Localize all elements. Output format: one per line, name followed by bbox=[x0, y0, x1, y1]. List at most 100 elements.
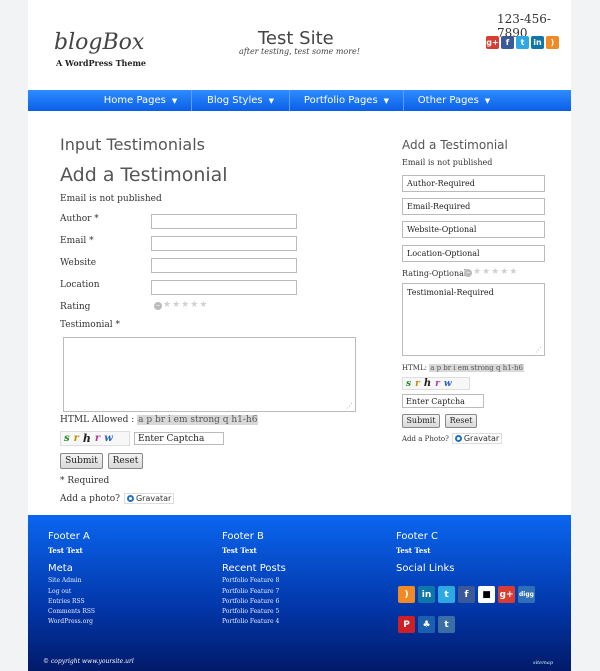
recent-posts-title: Recent Posts bbox=[222, 563, 286, 574]
footer-b-title: Footer B bbox=[222, 531, 264, 542]
star-icon[interactable]: ★ bbox=[190, 301, 198, 310]
gravatar-label: Gravatar bbox=[463, 434, 500, 443]
sidebar-submit-button[interactable]: Submit bbox=[402, 414, 440, 428]
rating-stars[interactable]: − ★ ★ ★ ★ ★ bbox=[154, 301, 207, 310]
sidebar-gravatar-link[interactable]: Gravatar bbox=[451, 433, 503, 444]
recent-post-link[interactable]: Portfolio Feature 6 bbox=[222, 598, 279, 605]
star-icon[interactable]: ★ bbox=[500, 268, 508, 277]
location-input[interactable] bbox=[151, 280, 297, 295]
sidebar-html-label: HTML: bbox=[402, 364, 427, 372]
captcha-char: r bbox=[435, 378, 440, 389]
nav-item-blog-styles[interactable]: Blog Styles ▼ bbox=[192, 90, 290, 111]
twitter-icon[interactable]: t bbox=[438, 586, 455, 603]
testimonial-textarea[interactable]: ⋰ bbox=[63, 337, 356, 412]
sidebar-rating-stars[interactable]: − ★ ★ ★ ★ ★ bbox=[464, 268, 517, 277]
site-logo[interactable]: blogBox bbox=[54, 30, 144, 55]
recent-post-link[interactable]: Portfolio Feature 8 bbox=[222, 577, 279, 584]
author-input[interactable] bbox=[151, 214, 297, 229]
website-input[interactable] bbox=[151, 258, 297, 273]
site-title[interactable]: Test Site bbox=[258, 28, 334, 49]
twitter-icon[interactable]: t bbox=[516, 36, 529, 49]
gravatar-label: Gravatar bbox=[135, 494, 172, 503]
sidebar-location-input[interactable]: Location-Optional bbox=[402, 245, 545, 262]
rss-icon[interactable]: ) bbox=[546, 36, 559, 49]
reset-button[interactable]: Reset bbox=[108, 453, 143, 469]
recent-post-link[interactable]: Portfolio Feature 5 bbox=[222, 608, 279, 615]
nav-label: Home Pages bbox=[103, 95, 166, 106]
nav-item-other-pages[interactable]: Other Pages ▼ bbox=[404, 90, 504, 111]
meta-link[interactable]: Comments RSS bbox=[48, 608, 95, 615]
sidebar-reset-button[interactable]: Reset bbox=[445, 414, 477, 428]
submit-button[interactable]: Submit bbox=[60, 453, 103, 469]
sidebar-captcha-image: s r h r w bbox=[402, 377, 470, 390]
resize-grip-icon[interactable]: ⋰ bbox=[346, 402, 353, 410]
tumblr-icon[interactable]: t bbox=[438, 616, 455, 633]
html-allowed: HTML Allowed : a p br i em strong q h1-h… bbox=[60, 415, 259, 425]
website-label: Website bbox=[60, 258, 97, 268]
footer-a-text: Test Text bbox=[48, 546, 83, 555]
google-plus-icon[interactable]: g+ bbox=[498, 586, 515, 603]
star-icon[interactable]: ★ bbox=[199, 301, 207, 310]
social-links-title: Social Links bbox=[396, 563, 455, 574]
captcha-char: s bbox=[64, 433, 70, 444]
rss-icon[interactable]: ) bbox=[398, 586, 415, 603]
sidebar-author-input[interactable]: Author-Required bbox=[402, 175, 545, 192]
logo-tagline: A WordPress Theme bbox=[56, 58, 146, 68]
star-icon[interactable]: ★ bbox=[473, 268, 481, 277]
testimonial-label: Testimonial * bbox=[60, 320, 120, 330]
facebook-icon[interactable]: f bbox=[501, 36, 514, 49]
star-icon[interactable]: ★ bbox=[509, 268, 517, 277]
required-note: * Required bbox=[60, 476, 110, 486]
captcha-char: s bbox=[406, 378, 412, 389]
meta-link[interactable]: Site Admin bbox=[48, 577, 82, 584]
nav-item-home-pages[interactable]: Home Pages ▼ bbox=[90, 90, 192, 111]
sitemap-link[interactable]: sitemap bbox=[533, 660, 553, 666]
email-input[interactable] bbox=[151, 236, 297, 251]
star-icon[interactable]: ★ bbox=[482, 268, 490, 277]
sidebar-testimonial-textarea[interactable]: Testimonial-Required ⋰ bbox=[402, 283, 545, 356]
html-allowed-label: HTML Allowed : bbox=[60, 415, 135, 425]
pinterest-icon[interactable]: P bbox=[398, 616, 415, 633]
linkedin-icon[interactable]: in bbox=[531, 36, 544, 49]
meta-link[interactable]: Log out bbox=[48, 588, 71, 595]
sidebar-add-photo: Add a Photo? Gravatar bbox=[402, 433, 503, 444]
captcha-char: w bbox=[104, 433, 113, 444]
recent-post-link[interactable]: Portfolio Feature 4 bbox=[222, 618, 279, 625]
cancel-rating-icon[interactable]: − bbox=[154, 301, 162, 310]
meta-link[interactable]: Entries RSS bbox=[48, 598, 85, 605]
cancel-rating-icon[interactable]: − bbox=[464, 268, 472, 277]
linkedin-icon[interactable]: in bbox=[418, 586, 435, 603]
footer-b-text: Test Text bbox=[222, 546, 257, 555]
captcha-char: h bbox=[82, 432, 91, 445]
resize-grip-icon[interactable]: ⋰ bbox=[535, 346, 542, 354]
recent-post-link[interactable]: Portfolio Feature 7 bbox=[222, 588, 279, 595]
sidebar-rating-label: Rating-Optional bbox=[402, 269, 467, 278]
facebook-icon[interactable]: f bbox=[458, 586, 475, 603]
star-icon[interactable]: ★ bbox=[491, 268, 499, 277]
star-icon[interactable]: ★ bbox=[163, 301, 171, 310]
sidebar-website-input[interactable]: Website-Optional bbox=[402, 221, 545, 238]
footer-social-row-1: ) in t f ■ g+ digg bbox=[398, 586, 535, 603]
captcha-input[interactable]: Enter Captcha bbox=[134, 432, 224, 445]
star-icon[interactable]: ★ bbox=[172, 301, 180, 310]
meta-link[interactable]: WordPress.org bbox=[48, 618, 93, 625]
delicious-icon[interactable]: ■ bbox=[478, 586, 495, 603]
nav-item-portfolio-pages[interactable]: Portfolio Pages ▼ bbox=[290, 90, 404, 111]
captcha-char: h bbox=[423, 378, 432, 389]
myspace-icon[interactable]: ♣ bbox=[418, 616, 435, 633]
digg-icon[interactable]: digg bbox=[518, 586, 535, 603]
google-plus-icon[interactable]: g+ bbox=[486, 36, 499, 49]
captcha-char: r bbox=[415, 378, 420, 389]
footer-c-title: Footer C bbox=[396, 531, 438, 542]
sidebar-html-allowed: HTML: a p br i em strong q h1-h6 bbox=[402, 364, 524, 372]
sidebar-email-input[interactable]: Email-Required bbox=[402, 198, 545, 215]
site-header: blogBox A WordPress Theme Test Site afte… bbox=[28, 0, 571, 90]
gravatar-icon bbox=[454, 435, 462, 442]
site-footer: Footer A Test Text Footer B Test Text Fo… bbox=[28, 515, 571, 671]
gravatar-link[interactable]: Gravatar bbox=[123, 493, 175, 504]
star-icon[interactable]: ★ bbox=[181, 301, 189, 310]
caret-down-icon: ▼ bbox=[484, 97, 491, 105]
main-nav: Home Pages ▼ Blog Styles ▼ Portfolio Pages… bbox=[28, 90, 571, 111]
caret-down-icon: ▼ bbox=[383, 97, 390, 105]
sidebar-captcha-input[interactable]: Enter Captcha bbox=[402, 394, 484, 408]
